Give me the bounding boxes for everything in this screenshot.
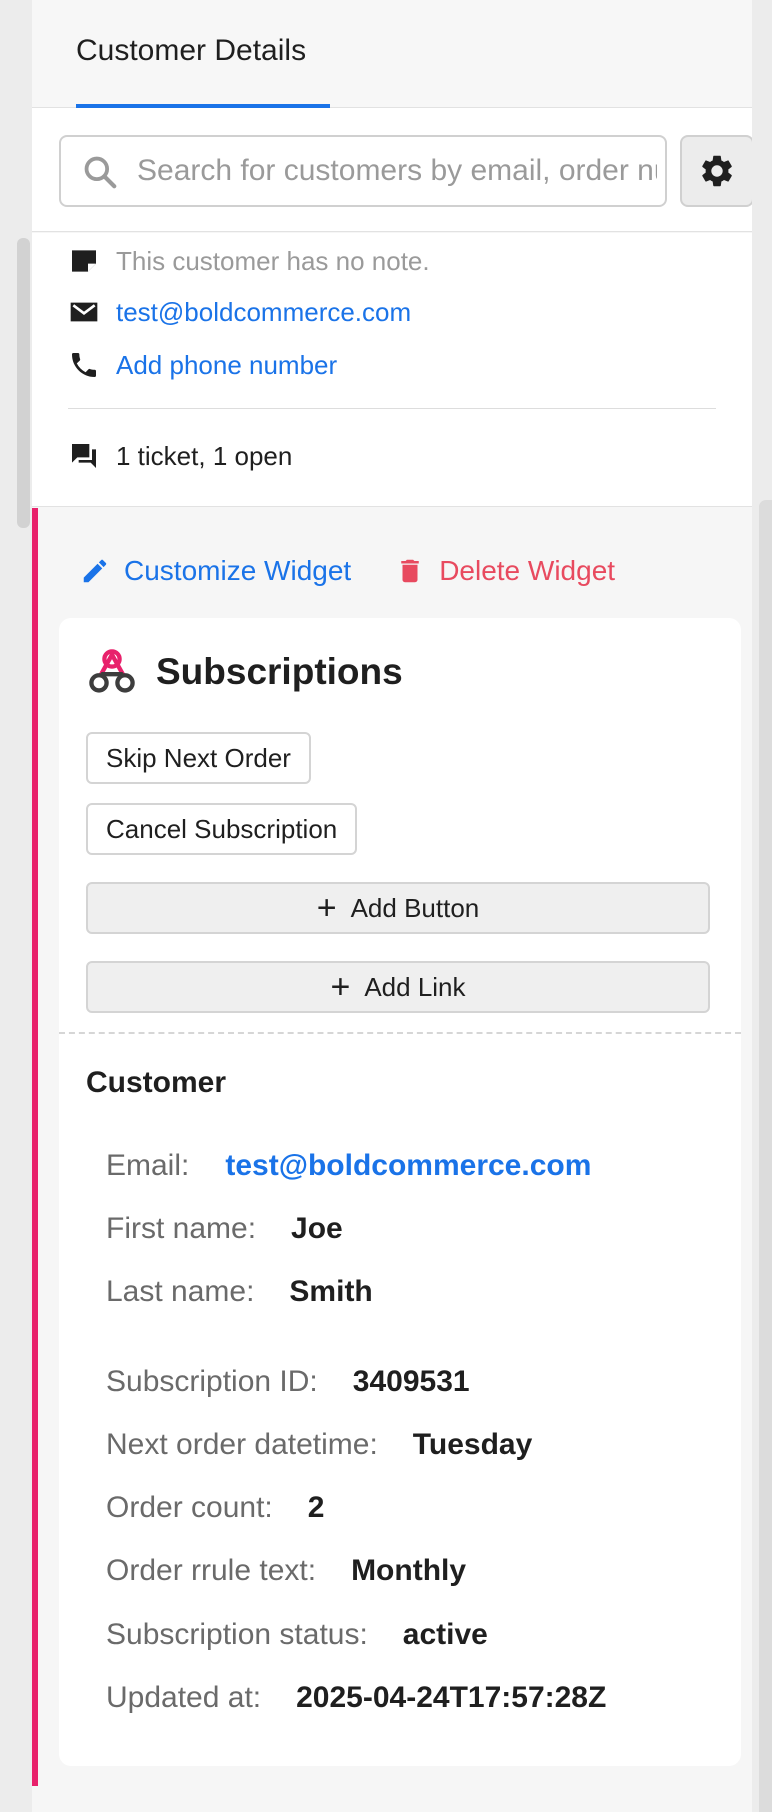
- card-title: Subscriptions: [156, 651, 403, 692]
- field-label: Email:: [106, 1149, 190, 1182]
- field-next-order-datetime: Next order datetime: Tuesday: [106, 1423, 532, 1467]
- delete-widget-button[interactable]: Delete Widget: [395, 555, 615, 587]
- field-label: Order rrule text:: [106, 1554, 317, 1587]
- note-icon: [72, 250, 96, 272]
- field-last-name: Last name: Smith: [106, 1270, 373, 1314]
- field-order-rrule-text: Order rrule text: Monthly: [106, 1549, 466, 1593]
- info-divider: [68, 408, 716, 409]
- plus-icon: +: [316, 889, 337, 927]
- customize-widget-button[interactable]: Customize Widget: [80, 555, 351, 587]
- add-link-label: Add Link: [364, 971, 466, 1002]
- add-phone-link[interactable]: Add phone number: [116, 350, 337, 381]
- field-label: Next order datetime:: [106, 1428, 378, 1461]
- widget-actions: Customize Widget Delete Widget: [80, 546, 615, 596]
- plus-icon: +: [330, 968, 351, 1006]
- field-value: Tuesday: [412, 1428, 533, 1461]
- note-row: This customer has no note.: [68, 241, 430, 281]
- subscriptions-widget: Customize Widget Delete Widget Subscript…: [32, 508, 752, 1812]
- tab-bar: Customer Details: [32, 0, 752, 108]
- add-button-label: Add Button: [350, 892, 480, 923]
- customize-widget-label: Customize Widget: [124, 555, 352, 586]
- right-scrollbar[interactable]: [759, 500, 772, 1812]
- field-value: Monthly: [351, 1554, 467, 1587]
- field-label: Subscription ID:: [106, 1365, 318, 1398]
- section-divider: [59, 1032, 741, 1034]
- field-label: First name:: [106, 1212, 257, 1245]
- phone-row: Add phone number: [68, 345, 337, 385]
- add-button-button[interactable]: + Add Button: [86, 882, 710, 934]
- field-label: Last name:: [106, 1275, 255, 1308]
- customer-info: This customer has no note. test@boldcomm…: [32, 233, 752, 507]
- tickets-text: 1 ticket, 1 open: [116, 440, 293, 471]
- field-value: 2025-04-24T17:57:28Z: [296, 1681, 607, 1714]
- field-value-email[interactable]: test@boldcommerce.com: [225, 1149, 591, 1183]
- search-row: [32, 108, 754, 232]
- cancel-subscription-button[interactable]: Cancel Subscription: [86, 803, 358, 855]
- skip-next-order-button[interactable]: Skip Next Order: [86, 732, 311, 784]
- subscriptions-card: Subscriptions Skip Next Order Cancel Sub…: [59, 618, 741, 1766]
- settings-button[interactable]: [680, 135, 754, 207]
- trash-icon: [401, 559, 419, 583]
- field-value: Smith: [289, 1275, 373, 1308]
- tab-customer-details[interactable]: Customer Details: [76, 0, 306, 108]
- tickets-row[interactable]: 1 ticket, 1 open: [68, 436, 292, 476]
- left-scrollbar[interactable]: [17, 238, 30, 528]
- gear-icon: [702, 155, 732, 187]
- search-box[interactable]: [59, 135, 667, 207]
- pencil-icon: [83, 559, 107, 583]
- field-subscription-status: Subscription status: active: [106, 1613, 488, 1657]
- note-text: This customer has no note.: [116, 245, 430, 276]
- field-subscription-id: Subscription ID: 3409531: [106, 1360, 470, 1404]
- field-email: Email: test@boldcommerce.com: [106, 1144, 591, 1188]
- add-link-button[interactable]: + Add Link: [86, 961, 710, 1013]
- field-label: Order count:: [106, 1491, 273, 1524]
- chat-icon: [72, 444, 96, 468]
- webhook-icon: [89, 649, 135, 693]
- search-icon: [84, 156, 117, 189]
- field-updated-at: Updated at: 2025-04-24T17:57:28Z: [106, 1676, 606, 1720]
- delete-widget-label: Delete Widget: [439, 555, 616, 586]
- field-order-count: Order count: 2: [106, 1486, 324, 1530]
- mail-icon: [70, 302, 98, 322]
- field-value: active: [402, 1618, 488, 1651]
- field-value: Joe: [291, 1212, 343, 1245]
- customer-details-panel: Customer Details This customer has no no…: [32, 0, 754, 1812]
- field-label: Updated at:: [106, 1681, 262, 1714]
- phone-icon: [72, 353, 96, 377]
- field-value: 2: [307, 1491, 325, 1524]
- email-link[interactable]: test@boldcommerce.com: [116, 297, 411, 328]
- widget-accent-bar: [32, 508, 38, 1786]
- field-label: Subscription status:: [106, 1618, 368, 1651]
- search-input[interactable]: [137, 137, 657, 205]
- field-first-name: First name: Joe: [106, 1207, 343, 1251]
- email-row: test@boldcommerce.com: [68, 292, 411, 332]
- customer-section-title: Customer: [86, 1066, 227, 1099]
- card-header: Subscriptions: [86, 644, 403, 700]
- field-value: 3409531: [352, 1365, 470, 1398]
